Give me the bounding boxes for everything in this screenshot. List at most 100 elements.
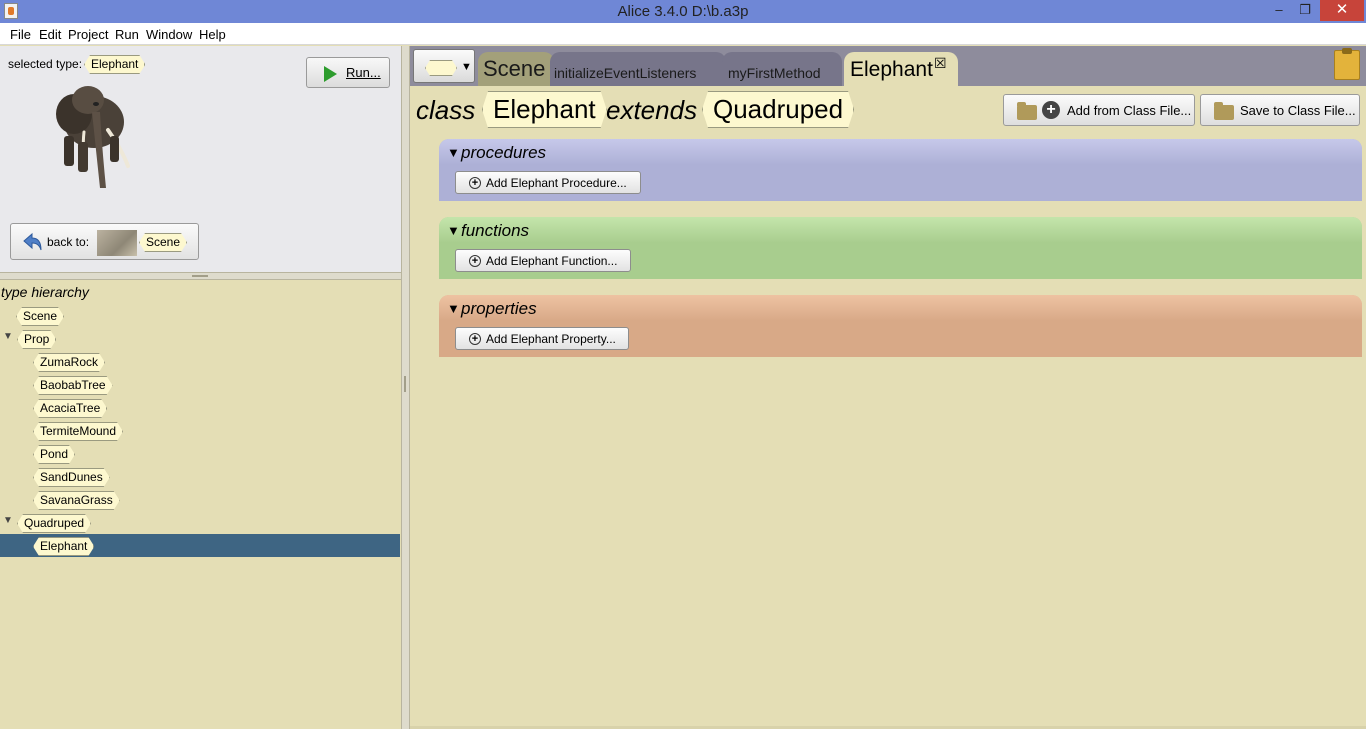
procedures-title: procedures [461, 143, 547, 162]
type-tag-pond[interactable]: Pond [33, 445, 75, 464]
procedures-header[interactable]: ▼ procedures [439, 139, 1362, 165]
add-from-class-file-label: Add from Class File... [1067, 103, 1192, 118]
menu-window[interactable]: Window [146, 27, 192, 42]
title-bar: Alice 3.4.0 D:\b.a3p – ❐ ✕ [0, 0, 1366, 23]
properties-section: ▼ properties + Add Elephant Property... [439, 295, 1362, 357]
functions-header[interactable]: ▼ functions [439, 217, 1362, 243]
add-procedure-label: Add Elephant Procedure... [486, 176, 627, 190]
type-tag-baobabtree[interactable]: BaobabTree [33, 376, 113, 395]
folder-icon [1017, 102, 1037, 120]
tab-elephant-label: Elephant [850, 58, 933, 81]
add-property-button[interactable]: + Add Elephant Property... [455, 327, 629, 350]
type-tag-elephant[interactable]: Elephant [33, 537, 94, 556]
close-tab-icon[interactable]: ☒ [934, 55, 947, 72]
selected-type-label: selected type: [8, 57, 83, 71]
plus-icon: + [469, 255, 481, 267]
type-tag-termitemound[interactable]: TermiteMound [33, 422, 123, 441]
plus-icon: + [469, 177, 481, 189]
tree-row-scene[interactable]: Scene [0, 304, 400, 327]
type-tag-savanagrass[interactable]: SavanaGrass [33, 491, 120, 510]
tree-row-pond[interactable]: Pond [0, 442, 400, 465]
class-keyword: class [416, 95, 476, 125]
extends-keyword: extends [606, 95, 698, 125]
add-from-class-file-button[interactable]: + Add from Class File... [1003, 94, 1195, 126]
tree-row-acaciatree[interactable]: AcaciaTree [0, 396, 400, 419]
type-tag-sanddunes[interactable]: SandDunes [33, 468, 110, 487]
folder-icon [1214, 102, 1234, 120]
menu-run[interactable]: Run [115, 27, 139, 42]
add-procedure-button[interactable]: + Add Elephant Procedure... [455, 171, 641, 194]
collapse-icon[interactable]: ▼ [3, 515, 13, 526]
scene-preview-panel: selected type: Elephant Run... back to: … [0, 46, 401, 272]
tree-row-quadruped[interactable]: ▼ Quadruped [0, 511, 400, 534]
plus-icon: + [469, 333, 481, 345]
type-hierarchy-panel: type hierarchy Scene ▼ Prop ZumaRock Bao… [0, 280, 401, 729]
type-tag-scene[interactable]: Scene [16, 307, 64, 326]
tab-elephant[interactable]: Elephant ☒ [844, 52, 958, 86]
save-to-class-file-label: Save to Class File... [1240, 103, 1356, 118]
back-target-tag: Scene [139, 233, 187, 252]
tree-row-zumarock[interactable]: ZumaRock [0, 350, 400, 373]
type-hierarchy-title: type hierarchy [1, 284, 89, 300]
horizontal-splitter[interactable] [0, 272, 401, 280]
properties-header[interactable]: ▼ properties [439, 295, 1362, 321]
tab-init-label: initializeEventListeners [554, 65, 697, 81]
save-to-class-file-button[interactable]: Save to Class File... [1200, 94, 1360, 126]
tree-row-savanagrass[interactable]: SavanaGrass [0, 488, 400, 511]
type-tag-acaciatree[interactable]: AcaciaTree [33, 399, 107, 418]
close-window-button[interactable]: ✕ [1320, 0, 1364, 21]
menu-help[interactable]: Help [199, 27, 226, 42]
clipboard-icon[interactable] [1334, 48, 1360, 80]
add-property-label: Add Elephant Property... [486, 332, 616, 346]
play-icon [324, 66, 337, 82]
editor-tab-strip: ▼ Scene initializeEventListeners myFirst… [410, 46, 1366, 86]
tab-scene[interactable]: Scene [478, 52, 554, 86]
tree-row-prop[interactable]: ▼ Prop [0, 327, 400, 350]
menu-edit[interactable]: Edit [39, 27, 61, 42]
tree-row-elephant[interactable]: Elephant [0, 534, 400, 557]
menu-bar: File Edit Project Run Window Help [0, 23, 1366, 45]
splitter-grip [404, 376, 406, 392]
collapse-icon[interactable]: ▼ [3, 331, 13, 342]
scene-thumbnail-image [97, 230, 137, 256]
properties-title: properties [461, 299, 537, 318]
type-selector-dropdown[interactable]: ▼ [413, 49, 475, 83]
splitter-grip [192, 275, 208, 277]
back-to-scene-button[interactable]: back to: Scene [10, 223, 199, 260]
elephant-thumbnail-image [56, 86, 130, 188]
tree-row-termitemound[interactable]: TermiteMound [0, 419, 400, 442]
add-function-button[interactable]: + Add Elephant Function... [455, 249, 631, 272]
functions-section: ▼ functions + Add Elephant Function... [439, 217, 1362, 279]
window-title: Alice 3.4.0 D:\b.a3p [617, 3, 749, 20]
collapse-icon[interactable]: ▼ [447, 145, 460, 160]
type-tag-prop[interactable]: Prop [17, 330, 56, 349]
run-button[interactable]: Run... [306, 57, 390, 88]
menu-file[interactable]: File [10, 27, 31, 42]
back-to-label: back to: [47, 235, 90, 249]
type-tag-quadruped[interactable]: Quadruped [17, 514, 91, 533]
add-icon: + [1042, 101, 1060, 119]
restore-button[interactable]: ❐ [1294, 0, 1316, 21]
vertical-splitter[interactable] [401, 46, 410, 729]
back-arrow-icon [23, 232, 42, 251]
class-name-tag[interactable]: Elephant [482, 91, 607, 128]
type-tag-zumarock[interactable]: ZumaRock [33, 353, 105, 372]
type-chip-icon [425, 60, 457, 76]
tab-my-first-method[interactable]: myFirstMethod [722, 52, 842, 86]
tree-row-baobabtree[interactable]: BaobabTree [0, 373, 400, 396]
minimize-button[interactable]: – [1268, 0, 1290, 21]
superclass-tag[interactable]: Quadruped [702, 91, 854, 128]
menu-project[interactable]: Project [68, 27, 108, 42]
tree-row-sanddunes[interactable]: SandDunes [0, 465, 400, 488]
chevron-down-icon: ▼ [461, 61, 472, 73]
add-function-label: Add Elephant Function... [486, 254, 618, 268]
functions-title: functions [461, 221, 530, 240]
collapse-icon[interactable]: ▼ [447, 301, 460, 316]
collapse-icon[interactable]: ▼ [447, 223, 460, 238]
tab-initialize-event-listeners[interactable]: initializeEventListeners [550, 52, 726, 86]
class-header: class Elephant extends Quadruped + Add f… [410, 86, 1366, 134]
run-label: Run... [346, 65, 381, 80]
tab-mfm-label: myFirstMethod [728, 65, 821, 81]
tab-scene-label: Scene [483, 56, 546, 81]
procedures-section: ▼ procedures + Add Elephant Procedure... [439, 139, 1362, 201]
